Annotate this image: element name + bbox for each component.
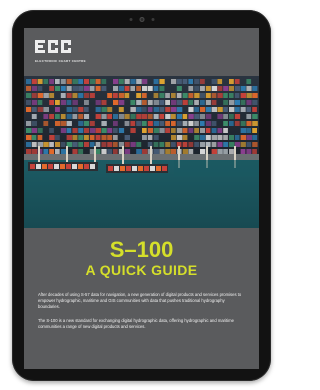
cover-title: S–100 [109, 237, 174, 262]
cover-subtitle: A QUICK GUIDE [85, 262, 198, 278]
logo-letter-c [48, 40, 58, 53]
logo-letter-c [61, 40, 71, 53]
tablet-screen: ELECTRONIC CHART CENTRE S–100 A QUICK GU… [24, 28, 259, 369]
ecc-logo [35, 40, 71, 53]
tablet-frame: ELECTRONIC CHART CENTRE S–100 A QUICK GU… [12, 10, 271, 381]
sensor-dot [129, 18, 132, 21]
cover-header: ELECTRONIC CHART CENTRE [24, 28, 259, 76]
sensor-dot [151, 18, 154, 21]
camera-bar [129, 17, 154, 22]
camera-icon [139, 17, 144, 22]
standard-paragraph: The S-100 is a new standard for exchangi… [38, 318, 234, 330]
logo-caption: ELECTRONIC CHART CENTRE [35, 59, 86, 63]
logo-letter-e [35, 40, 45, 53]
container-port-aerial-image [24, 76, 259, 228]
intro-paragraph: After decades of using S-57 data for nav… [38, 292, 242, 310]
